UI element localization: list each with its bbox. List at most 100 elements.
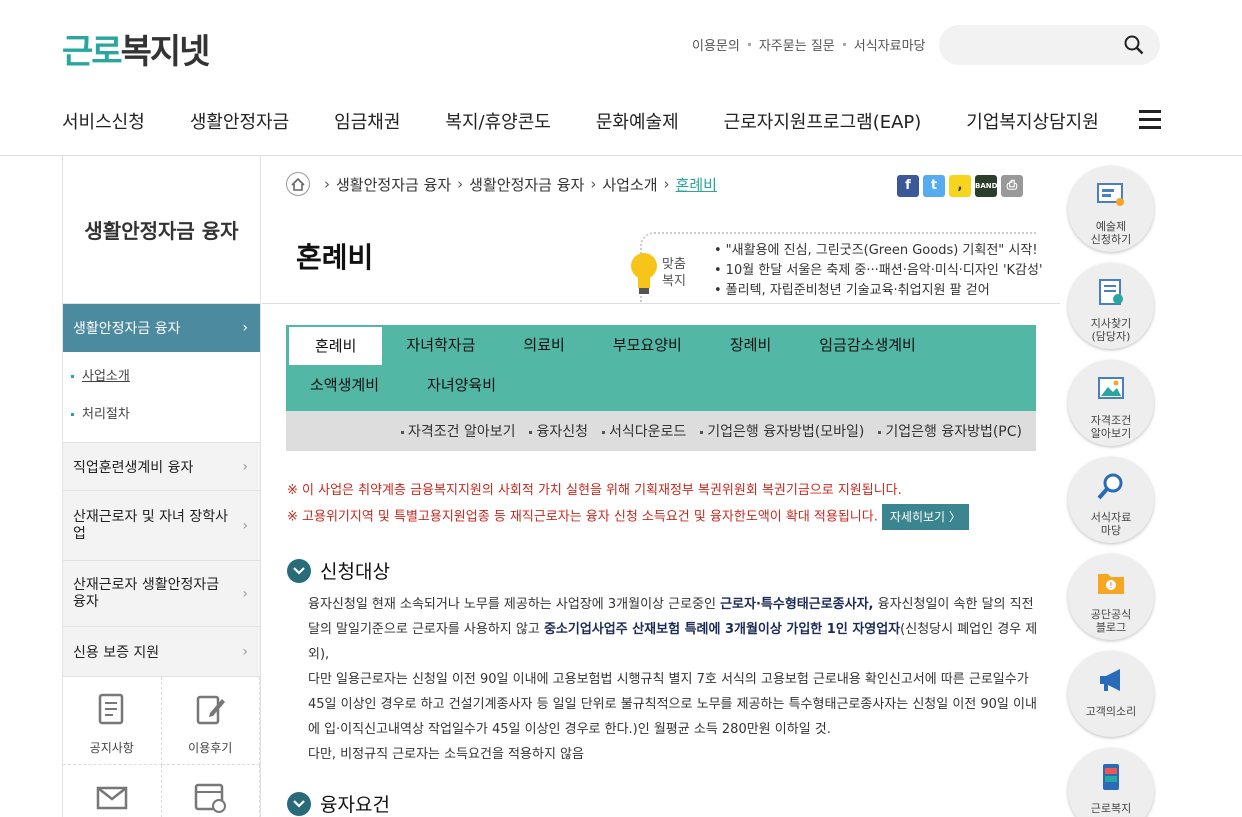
sidebar-title: 생활안정자금 융자 (63, 156, 260, 304)
nav-art[interactable]: 문화예술제 (596, 108, 679, 134)
megaphone-icon (1100, 669, 1120, 691)
breadcrumb: › 생활안정자금 융자 › 생활안정자금 융자 › 사업소개 › 혼례비 (286, 172, 717, 196)
crumb-1[interactable]: 생활안정자금 융자 (336, 174, 451, 195)
subtab-forms[interactable]: 서식다운로드 (602, 421, 686, 441)
quick-notice[interactable]: 공지사항 (63, 677, 162, 765)
sidebar-quick-links: 공지사항 이용후기 (63, 676, 260, 817)
edit-icon (197, 695, 226, 725)
news-item[interactable]: "새활용에 진심, 그린굿즈(Green Goods) 기획전" 시작! (714, 241, 1043, 261)
news-list: "새활용에 진심, 그린굿즈(Green Goods) 기획전" 시작! 10월… (714, 241, 1043, 301)
calendar-icon (195, 783, 227, 813)
submenu-intro[interactable]: 사업소개 (71, 358, 260, 396)
sub-tab-bar: 자격조건 알아보기 융자신청 서식다운로드 기업은행 융자방법(모바일) 기업은… (286, 411, 1036, 451)
quick-branch-find[interactable]: 지사찾기 (담당자) (1068, 263, 1154, 349)
kakaostory-icon[interactable]: , (949, 175, 971, 197)
monitor-icon (1097, 183, 1124, 206)
subtab-ibk-mobile[interactable]: 기업은행 융자방법(모바일) (700, 421, 864, 441)
submenu-process[interactable]: 처리절차 (71, 396, 260, 434)
tab-small-living[interactable]: 소액생계비 (286, 365, 403, 405)
global-nav: 서비스신청 생활안정자금 임금채권 복지/휴양콘도 문화예술제 근로자지원프로그… (62, 108, 1144, 134)
chevron-right-icon: › (242, 643, 248, 660)
facebook-icon[interactable]: f (897, 175, 919, 197)
chevron-right-icon: › (242, 585, 248, 602)
custom-welfare-label: 맞춤 복지 (662, 257, 686, 289)
title-divider (262, 303, 1060, 304)
chevron-right-icon: › (242, 320, 248, 336)
quick-blog[interactable]: ! 공단공식 블로그 (1068, 554, 1154, 640)
nav-wage-claim[interactable]: 임금채권 (334, 108, 400, 134)
crumb-2[interactable]: 생활안정자금 융자 (469, 174, 584, 195)
site-logo[interactable]: 근로복지넷 (62, 24, 210, 73)
section-heading-requirements: 융자요건 (287, 790, 390, 817)
quick-calendar[interactable] (162, 765, 260, 817)
notice-line: ※ 이 사업은 취약계층 금융복지지원의 사회적 가치 실현을 위해 기획재정부… (287, 483, 902, 498)
svg-text:!: ! (1109, 581, 1112, 590)
detail-button[interactable]: 자세히보기 〉 (881, 504, 969, 530)
quick-review[interactable]: 이용후기 (161, 677, 260, 765)
lightbulb-icon (631, 253, 657, 294)
news-item[interactable]: 폴리텍, 자립준비청년 기술교육·취업지원 팔 걷어 (714, 281, 1043, 301)
menu-icon[interactable] (1139, 110, 1161, 130)
section-heading-eligibility: 신청대상 (287, 557, 390, 584)
chevron-down-icon (287, 558, 311, 583)
tab-funeral[interactable]: 장례비 (706, 325, 795, 365)
search-input[interactable] (939, 25, 1160, 65)
sidebar-item-scholarship[interactable]: 산재근로자 및 자녀 장학사업 › (63, 490, 260, 560)
tab-wedding[interactable]: 혼례비 (289, 327, 383, 365)
twitter-icon[interactable]: t (923, 175, 945, 197)
tab-childcare[interactable]: 자녀양육비 (403, 365, 520, 405)
image-icon (1098, 377, 1124, 399)
subtab-ibk-pc[interactable]: 기업은행 융자방법(PC) (878, 421, 1022, 441)
sidebar-item-injury-fund[interactable]: 산재근로자 생활안정자금 융자 › (63, 560, 260, 626)
nav-eap[interactable]: 근로자지원프로그램(EAP) (724, 108, 922, 134)
search-icon[interactable] (1124, 35, 1144, 55)
sidebar-item-active[interactable]: 생활안정자금 융자 › (63, 304, 260, 352)
utility-links: 이용문의 자주묻는 질문 서식자료마당 (692, 35, 926, 54)
notepad-icon (98, 693, 123, 725)
checklist-icon (1099, 279, 1123, 305)
nav-service[interactable]: 서비스신청 (62, 108, 145, 134)
mobile-icon (1103, 764, 1119, 790)
tab-medical[interactable]: 의료비 (499, 325, 588, 365)
subtab-qualification[interactable]: 자격조건 알아보기 (401, 421, 516, 441)
sidebar-item-training[interactable]: 직업훈련생계비 융자 › (63, 442, 260, 490)
crumb-current[interactable]: 혼례비 (676, 174, 717, 195)
eligibility-text: 융자신청일 현재 소속되거나 노무를 제공하는 사업장에 3개월이상 근로중인 … (308, 597, 1038, 762)
sidebar-submenu: 사업소개 처리절차 (63, 352, 260, 442)
news-item[interactable]: 10월 한달 서울은 축제 중···패션·음악·미식·디자인 'K감성' (714, 261, 1043, 281)
tab-tuition[interactable]: 자녀학자금 (382, 325, 499, 365)
print-icon[interactable]: ⎙ (1001, 175, 1023, 197)
chevron-right-icon: › (242, 517, 248, 534)
page-title: 혼례비 (296, 241, 374, 274)
chevron-down-icon (287, 791, 311, 816)
folder-icon: ! (1098, 574, 1124, 594)
home-icon[interactable] (286, 172, 310, 196)
notice-line: ※ 고용위기지역 및 특별고용지원업종 등 재직근로자는 융자 신청 소득요건 … (287, 509, 878, 525)
util-link-faq[interactable]: 자주묻는 질문 (759, 35, 835, 54)
quick-workwelfare[interactable]: 근로복지 (1068, 748, 1154, 817)
quick-voice[interactable]: 고객의소리 (1068, 651, 1154, 737)
util-link-inquiry[interactable]: 이용문의 (692, 35, 740, 54)
band-icon[interactable]: BAND (975, 175, 997, 197)
subtab-apply[interactable]: 융자신청 (529, 421, 588, 441)
sidebar-item-credit[interactable]: 신용 보증 지원 › (63, 626, 260, 676)
right-quick-menu: 예술제 신청하기 지사찾기 (담당자) 자격조건 알아보기 서식자료 마당 ! 공… (1068, 166, 1154, 817)
sidebar: 생활안정자금 융자 생활안정자금 융자 › 사업소개 처리절차 직업훈련생계비 융… (62, 156, 261, 817)
notice-box: ※ 이 사업은 취약계층 금융복지지원의 사회적 가치 실현을 위해 기획재정부… (287, 478, 969, 531)
chevron-right-icon: › (242, 458, 248, 475)
tab-bar: 혼례비 자녀학자금 의료비 부모요양비 장례비 임금감소생계비 소액생계비 자녀… (286, 325, 1036, 411)
mail-icon (96, 786, 127, 810)
tab-parent-care[interactable]: 부모요양비 (589, 325, 706, 365)
magnifier-icon (1097, 473, 1123, 500)
share-buttons: f t , BAND ⎙ (897, 175, 1023, 197)
quick-qualification[interactable]: 자격조건 알아보기 (1068, 360, 1154, 446)
nav-living-fund[interactable]: 생활안정자금 (190, 108, 289, 134)
quick-art-apply[interactable]: 예술제 신청하기 (1068, 166, 1154, 252)
quick-mail[interactable] (63, 765, 162, 817)
quick-forms[interactable]: 서식자료 마당 (1068, 457, 1154, 543)
tab-wage-reduction[interactable]: 임금감소생계비 (795, 325, 940, 365)
util-link-forms[interactable]: 서식자료마당 (854, 35, 926, 54)
crumb-3[interactable]: 사업소개 (602, 174, 657, 195)
nav-corp-welfare[interactable]: 기업복지상담지원 (966, 108, 1098, 134)
nav-condo[interactable]: 복지/휴양콘도 (445, 108, 550, 134)
